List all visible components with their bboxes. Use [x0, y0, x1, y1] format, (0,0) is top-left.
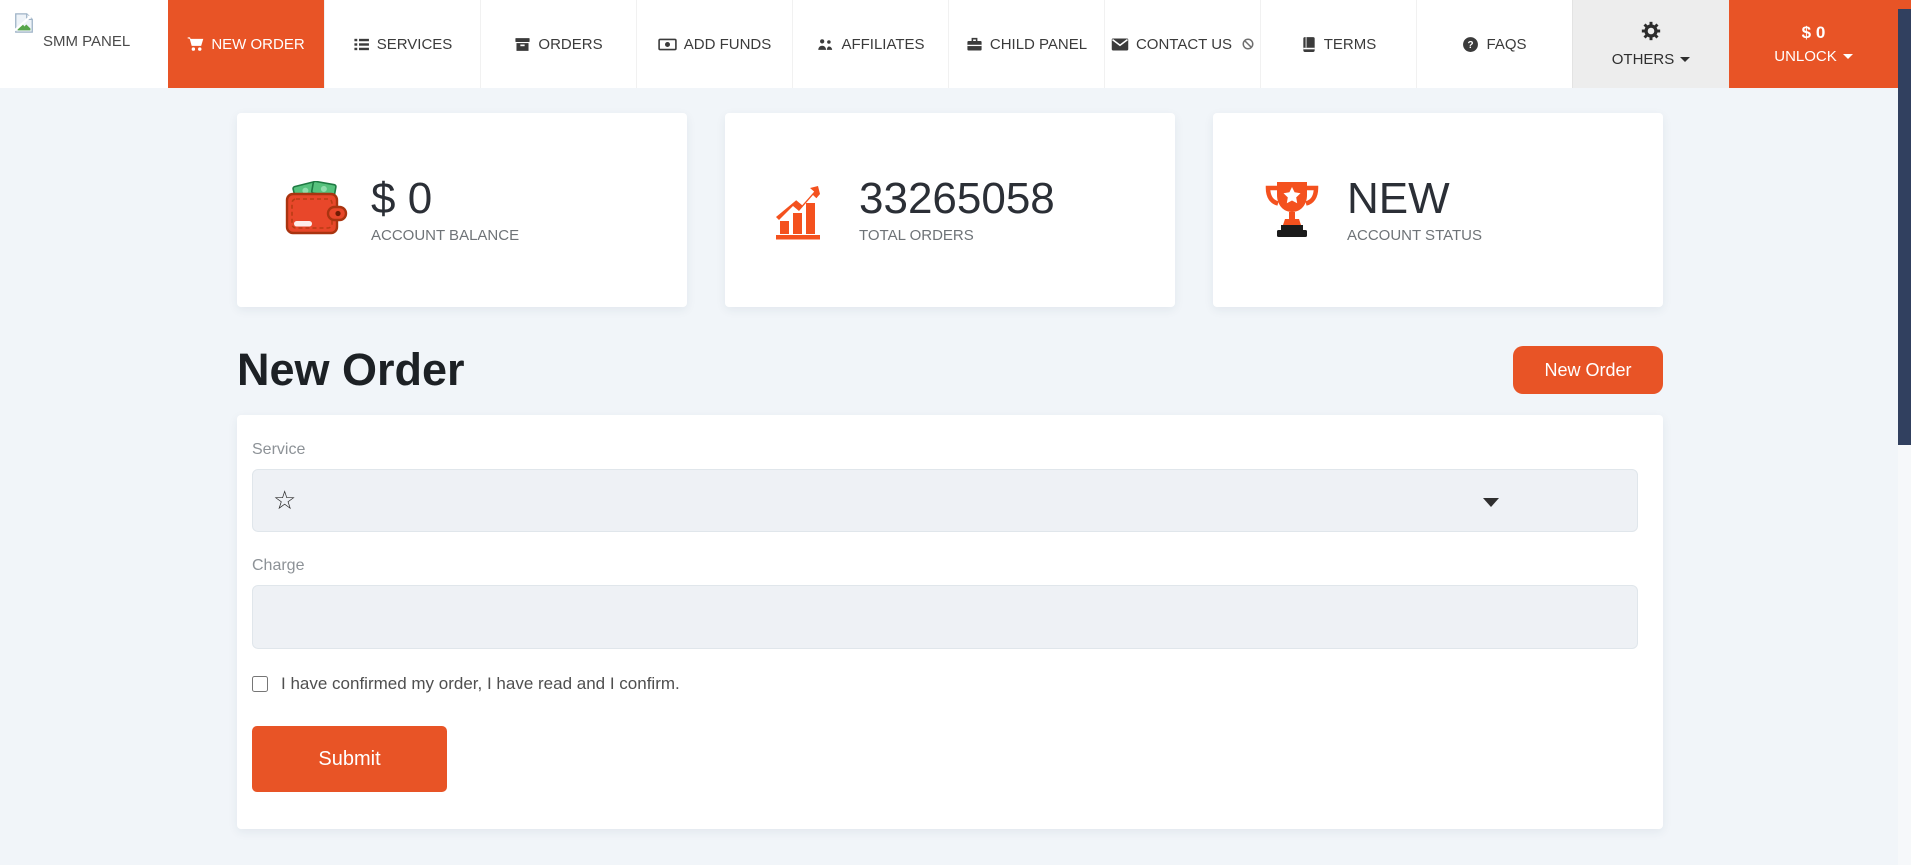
list-icon: [353, 36, 370, 53]
total-orders-value: 33265058: [859, 176, 1055, 222]
trophy-icon: [1259, 179, 1325, 241]
envelope-icon: [1111, 37, 1129, 52]
nav-item-label: CONTACT US: [1136, 36, 1232, 53]
unlock-label: UNLOCK: [1774, 48, 1853, 65]
money-icon: [658, 36, 677, 53]
charge-label: Charge: [252, 557, 1638, 575]
account-status-value: NEW: [1347, 176, 1482, 222]
stat-card-total-orders: 33265058 TOTAL ORDERS: [725, 113, 1175, 307]
service-select[interactable]: ☆: [252, 469, 1638, 532]
new-order-button[interactable]: New Order: [1513, 346, 1663, 394]
submit-button[interactable]: Submit: [252, 726, 447, 792]
wallet-icon: [283, 181, 349, 239]
ban-icon: [1242, 38, 1254, 50]
total-orders-label: TOTAL ORDERS: [859, 227, 1055, 244]
stats-row: $ 0 ACCOUNT BALANCE 33265058 TOTAL ORDER…: [237, 113, 1663, 307]
charge-input[interactable]: [252, 585, 1638, 649]
cart-icon: [187, 36, 204, 53]
users-icon: [816, 36, 834, 53]
confirm-text: I have confirmed my order, I have read a…: [281, 674, 680, 694]
nav-item-services[interactable]: SERVICES: [324, 0, 480, 88]
nav-item-unlock-balance[interactable]: $ 0 UNLOCK: [1729, 0, 1898, 88]
brand-logo[interactable]: SMM PANEL: [0, 0, 168, 88]
nav-item-affiliates[interactable]: AFFILIATES: [792, 0, 948, 88]
stat-card-account-status: NEW ACCOUNT STATUS: [1213, 113, 1663, 307]
caret-down-icon: [1680, 57, 1690, 62]
archive-icon: [514, 36, 531, 53]
new-order-form: Service ☆ Charge I have confirmed my ord…: [237, 415, 1663, 829]
broken-image-icon: [13, 12, 35, 39]
page-heading-row: New Order New Order: [237, 344, 1663, 396]
nav-item-label: FAQS: [1486, 36, 1526, 53]
select-caret-icon: [1483, 498, 1499, 507]
book-icon: [1301, 36, 1317, 53]
nav-item-new-order[interactable]: NEW ORDER: [168, 0, 324, 88]
nav-item-label: TERMS: [1324, 36, 1377, 53]
brand-name: SMM PANEL: [43, 33, 130, 50]
gear-icon: [1640, 20, 1662, 46]
nav-item-contact-us[interactable]: CONTACT US: [1104, 0, 1260, 88]
nav-item-label: AFFILIATES: [841, 36, 924, 53]
nav-item-orders[interactable]: ORDERS: [480, 0, 636, 88]
page-title: New Order: [237, 344, 465, 396]
nav-item-label: ORDERS: [538, 36, 602, 53]
confirm-checkbox[interactable]: [252, 676, 268, 692]
nav-item-label: OTHERS: [1612, 51, 1691, 68]
stat-card-account-balance: $ 0 ACCOUNT BALANCE: [237, 113, 687, 307]
nav-item-terms[interactable]: TERMS: [1260, 0, 1416, 88]
account-status-label: ACCOUNT STATUS: [1347, 227, 1482, 244]
briefcase-icon: [966, 36, 983, 53]
chart-icon: [771, 180, 837, 240]
account-balance-value: $ 0: [371, 176, 519, 222]
nav-item-label: SERVICES: [377, 36, 453, 53]
nav-item-child-panel[interactable]: CHILD PANEL: [948, 0, 1104, 88]
scrollbar-thumb[interactable]: [1898, 9, 1911, 445]
question-circle-icon: ?: [1462, 36, 1479, 53]
vertical-scrollbar[interactable]: [1898, 0, 1911, 865]
caret-down-icon: [1843, 54, 1853, 59]
confirm-row: I have confirmed my order, I have read a…: [252, 674, 1638, 694]
main-content: $ 0 ACCOUNT BALANCE 33265058 TOTAL ORDER…: [237, 113, 1663, 829]
top-navbar: SMM PANEL NEW ORDER SERVICES: [0, 0, 1898, 88]
nav-item-label: NEW ORDER: [211, 36, 304, 53]
nav-item-others[interactable]: OTHERS: [1572, 0, 1729, 88]
nav-item-add-funds[interactable]: ADD FUNDS: [636, 0, 792, 88]
nav-item-label: ADD FUNDS: [684, 36, 772, 53]
service-label: Service: [252, 441, 1638, 459]
nav-item-label: CHILD PANEL: [990, 36, 1087, 53]
account-balance-label: ACCOUNT BALANCE: [371, 227, 519, 244]
svg-text:?: ?: [1468, 40, 1474, 51]
balance-amount: $ 0: [1802, 23, 1826, 43]
star-icon: ☆: [273, 485, 296, 516]
scrollbar-top-notch: [1898, 0, 1911, 9]
nav-item-faqs[interactable]: ? FAQS: [1416, 0, 1572, 88]
